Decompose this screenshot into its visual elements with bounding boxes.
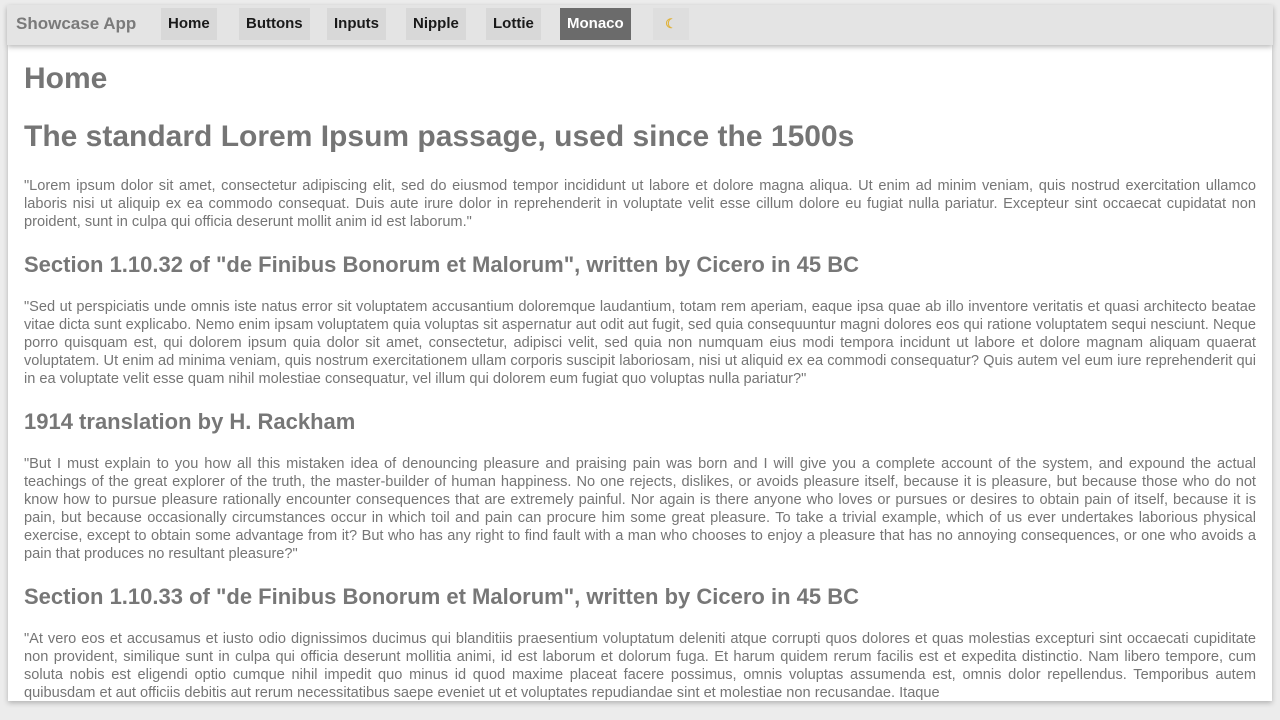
section-1-10-33-paragraph: "At vero eos et accusamus et iusto odio … bbox=[24, 631, 1256, 701]
section-heading-rackham: 1914 translation by H. Rackham bbox=[24, 409, 356, 434]
section-1-10-32-paragraph: "Sed ut perspiciatis unde omnis iste nat… bbox=[24, 299, 1256, 387]
app-brand[interactable]: Showcase App bbox=[16, 14, 136, 34]
section-heading-1-10-32: Section 1.10.32 of "de Finibus Bonorum e… bbox=[24, 252, 860, 277]
section-heading-1-10-33: Section 1.10.33 of "de Finibus Bonorum e… bbox=[24, 584, 860, 609]
page-title: Home bbox=[24, 62, 108, 95]
page-content: Home The standard Lorem Ipsum passage, u… bbox=[8, 45, 1272, 701]
top-navbar: Showcase App Home Buttons Inputs Nipple … bbox=[7, 5, 1273, 45]
nav-lottie-button[interactable]: Lottie bbox=[486, 8, 541, 40]
nav-buttons-button[interactable]: Buttons bbox=[239, 8, 310, 40]
theme-toggle-button[interactable]: ☾ bbox=[653, 8, 689, 40]
moon-icon: ☾ bbox=[665, 16, 677, 31]
page-subtitle: The standard Lorem Ipsum passage, used s… bbox=[24, 120, 855, 153]
nav-monaco-button[interactable]: Monaco bbox=[560, 8, 631, 40]
nav-inputs-button[interactable]: Inputs bbox=[327, 8, 386, 40]
lorem-paragraph: "Lorem ipsum dolor sit amet, consectetur… bbox=[24, 178, 1256, 230]
rackham-paragraph: "But I must explain to you how all this … bbox=[24, 456, 1256, 562]
nav-nipple-button[interactable]: Nipple bbox=[406, 8, 466, 40]
nav-home-button[interactable]: Home bbox=[161, 8, 217, 40]
